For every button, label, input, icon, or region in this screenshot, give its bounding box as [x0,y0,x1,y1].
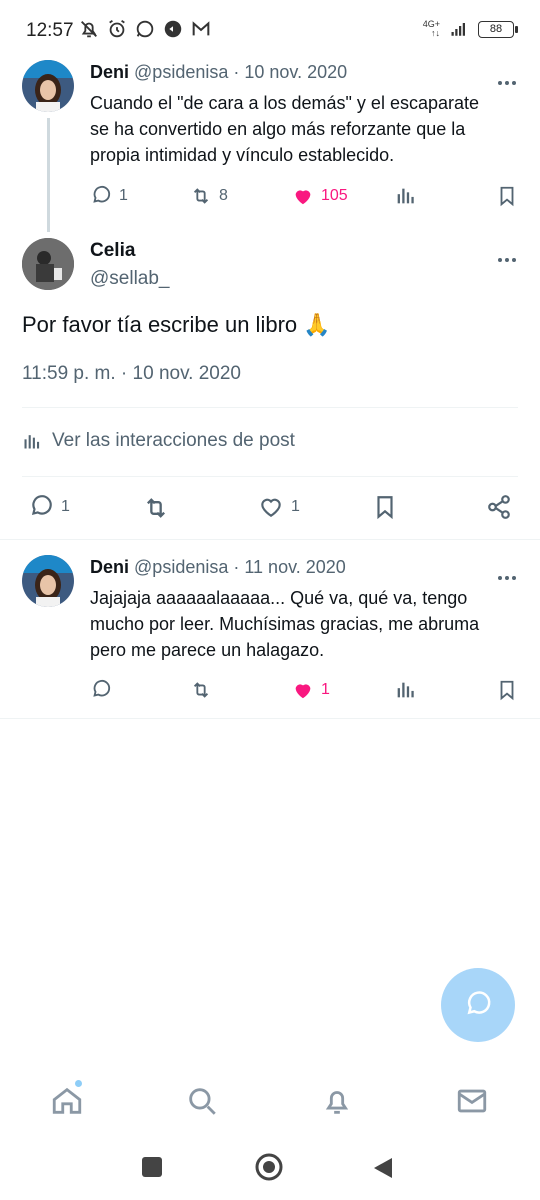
more-options-icon[interactable] [498,72,520,85]
author-handle[interactable]: @sellab_ [90,268,170,290]
back-icon[interactable] [372,1156,394,1180]
views-button[interactable] [394,185,416,207]
more-options-icon[interactable] [498,249,520,262]
analytics-icon [397,188,414,204]
reply-button[interactable]: 1 [28,494,70,520]
tweet-line: mucho por leer. Muchísimas gracias, me a… [90,614,480,634]
tweet-date[interactable]: · 11 nov. 2020 [233,557,345,577]
app-icon [164,20,182,38]
bell-off-icon [81,21,97,38]
reply-button[interactable]: 1 [90,185,128,207]
like-button[interactable]: 1 [292,679,330,701]
bookmark-button[interactable] [496,185,518,207]
retweet-button[interactable]: 8 [190,185,228,207]
share-icon [488,495,510,519]
bookmark-icon [500,186,514,207]
divider [0,718,540,719]
tweet-line: Jajajaja aaaaaalaaaaa... Qué va, qué va,… [90,588,468,608]
retweet-button[interactable] [190,679,212,701]
recents-icon[interactable] [141,1156,163,1178]
reply-icon [93,679,111,697]
status-time: 12:57 [26,20,74,41]
mail-icon [457,1089,487,1113]
network-indicator: 4G+ ↑↓ [422,19,440,38]
battery-icon: 88 [478,20,518,38]
reply-button[interactable] [90,679,112,701]
bookmark-button[interactable] [496,679,518,701]
home-icon [52,1087,82,1114]
nav-search[interactable] [185,1084,219,1118]
thread-line [47,118,50,232]
tweet-line: propia intimidad y vínculo establecido. [90,145,395,165]
divider [0,539,540,540]
avatar-celia[interactable] [22,238,74,290]
bookmark-icon [500,680,514,701]
author-handle[interactable]: @psidenisa [134,557,228,577]
author-name[interactable]: Celia [90,240,135,262]
analytics-icon [397,682,414,698]
home-circle-icon[interactable] [254,1152,284,1182]
more-options-icon[interactable] [498,567,520,580]
nav-messages[interactable] [455,1084,489,1118]
share-button[interactable] [486,494,512,520]
parent-tweet-header: Deni @psidenisa · 10 nov. 2020 [90,62,347,83]
reply-tweet-text: Jajajaja aaaaaalaaaaa... Qué va, qué va,… [90,585,479,663]
retweet-icon [193,188,209,204]
reply-icon [31,495,52,515]
reply-icon [467,991,491,1015]
bookmark-button[interactable] [372,494,398,520]
analytics-icon [24,435,40,449]
heart-outline-icon [261,498,281,517]
tweet-line: Cuando el "de cara a los demás" y el esc… [90,93,480,113]
heart-filled-icon [295,190,311,205]
avatar-deni[interactable] [22,60,74,112]
bell-icon [325,1091,349,1114]
retweet-icon [147,498,165,518]
retweet-icon [193,682,209,698]
nav-home[interactable] [50,1084,84,1118]
whatsapp-icon [136,20,154,38]
main-tweet-text: Por favor tía escribe un libro 🙏 [22,312,331,337]
like-button[interactable]: 105 [292,185,348,207]
retweet-button[interactable] [142,494,170,522]
views-button[interactable] [394,679,416,701]
tweet-line: se ha convertido en algo más reforzante … [90,119,466,139]
main-tweet-timestamp[interactable]: 11:59 p. m. · 10 nov. 2020 [22,363,241,385]
bookmark-icon [377,496,393,520]
heart-filled-icon [295,684,311,699]
system-navigation [0,1140,540,1200]
status-icons [78,18,212,40]
compose-reply-button[interactable] [441,968,515,1042]
notification-dot [75,1080,82,1087]
search-icon [189,1088,216,1115]
author-name[interactable]: Deni [90,557,129,577]
divider [22,407,518,408]
signal-icon [451,23,465,36]
parent-tweet-text: Cuando el "de cara a los demás" y el esc… [90,90,479,168]
reply-tweet-header: Deni @psidenisa · 11 nov. 2020 [90,557,346,578]
avatar-deni[interactable] [22,555,74,607]
reply-icon [93,185,111,203]
alarm-icon [109,19,125,38]
nav-notifications[interactable] [320,1084,354,1118]
divider [22,476,518,477]
tweet-line: pero me parece un halagazo. [90,640,325,660]
bottom-navigation [0,1068,540,1138]
gmail-icon [192,21,210,36]
like-button[interactable]: 1 [258,494,300,520]
tweet-date[interactable]: · 10 nov. 2020 [233,62,347,82]
status-bar: 12:57 4G+ ↑↓ 88 [0,0,540,56]
author-name[interactable]: Deni [90,62,129,82]
author-handle[interactable]: @psidenisa [134,62,228,82]
view-interactions-link[interactable]: Ver las interacciones de post [22,430,295,452]
